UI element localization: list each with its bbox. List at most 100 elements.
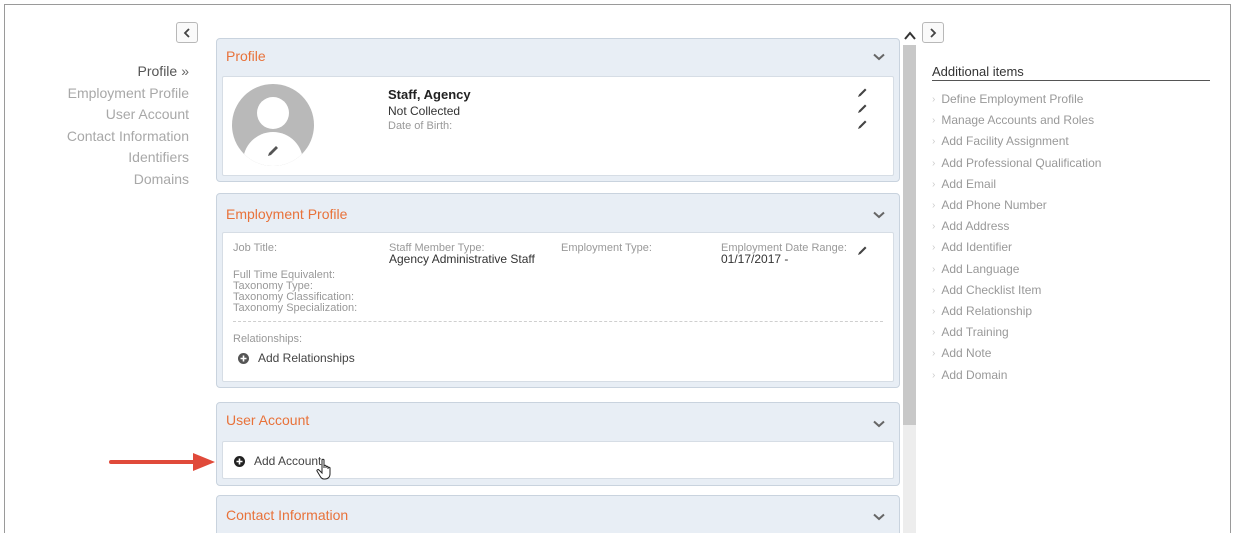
- chevron-right-icon: ›: [932, 136, 936, 148]
- pencil-icon: [268, 146, 278, 156]
- chevron-right-icon: ›: [932, 178, 936, 190]
- chevron-down-icon[interactable]: [873, 513, 885, 521]
- chevron-down-icon[interactable]: [873, 53, 885, 61]
- annotation-arrow: [109, 453, 215, 471]
- date-of-birth-label: Date of Birth:: [388, 120, 453, 132]
- chevron-right-icon: ›: [932, 221, 936, 233]
- item-label: Add Facility Assignment: [941, 134, 1069, 149]
- item-label: Add Note: [941, 346, 992, 361]
- additional-item-add-language[interactable]: › Add Language: [932, 259, 1101, 280]
- contact-information-panel: Contact Information: [216, 495, 900, 533]
- employment-date-range-value: 01/17/2017 -: [721, 252, 789, 266]
- relationships-label: Relationships:: [233, 333, 303, 345]
- chevron-left-icon: [183, 27, 190, 38]
- profile-panel-header[interactable]: Profile: [217, 39, 899, 75]
- additional-item-manage-accounts-and-roles[interactable]: › Manage Accounts and Roles: [932, 110, 1101, 131]
- additional-item-add-phone-number[interactable]: › Add Phone Number: [932, 195, 1101, 216]
- nav-item-user-account[interactable]: User Account: [5, 104, 189, 126]
- item-label: Manage Accounts and Roles: [941, 113, 1095, 128]
- scroll-up-arrow-icon[interactable]: [902, 28, 918, 44]
- additional-item-define-employment-profile[interactable]: › Define Employment Profile: [932, 89, 1101, 110]
- staff-member-type-value: Agency Administrative Staff: [389, 252, 535, 266]
- additional-item-add-training[interactable]: › Add Training: [932, 322, 1101, 343]
- contact-panel-header[interactable]: Contact Information: [217, 496, 899, 532]
- profile-panel: Profile Staff, Agency Not Collected Date…: [216, 38, 900, 182]
- item-label: Add Email: [941, 176, 997, 191]
- item-label: Add Relationship: [941, 304, 1033, 319]
- chevron-right-icon: ›: [932, 115, 936, 127]
- item-label: Add Checklist Item: [941, 282, 1042, 297]
- nav-item-profile[interactable]: Profile»: [5, 61, 189, 83]
- add-relationships-label: Add Relationships: [258, 351, 355, 365]
- employment-panel-body: Job Title: Staff Member Type: Agency Adm…: [222, 232, 894, 382]
- additional-items-title: Additional items: [932, 64, 1210, 81]
- taxonomy-specialization-label: Taxonomy Specialization:: [233, 302, 358, 314]
- pencil-icon[interactable]: [857, 245, 868, 256]
- add-account-label: Add Account: [254, 454, 322, 468]
- item-label: Add Training: [941, 325, 1009, 340]
- additional-item-add-relationship[interactable]: › Add Relationship: [932, 301, 1101, 322]
- profile-panel-body: Staff, Agency Not Collected Date of Birt…: [222, 76, 894, 176]
- panel-title: Profile: [226, 48, 266, 64]
- user-account-panel-header[interactable]: User Account: [217, 403, 899, 439]
- nav-item-contact-information[interactable]: Contact Information: [5, 126, 189, 148]
- staff-name: Staff, Agency: [388, 87, 471, 102]
- employment-type-label: Employment Type:: [561, 242, 652, 254]
- expand-right-panel-button[interactable]: [922, 22, 944, 43]
- chevron-right-icon: ›: [932, 263, 936, 275]
- chevron-right-icon: ›: [932, 327, 936, 339]
- panel-title: Contact Information: [226, 507, 349, 523]
- additional-item-add-identifier[interactable]: › Add Identifier: [932, 237, 1101, 258]
- add-relationships-link[interactable]: Add Relationships: [238, 351, 355, 365]
- pencil-icon[interactable]: [857, 103, 868, 114]
- additional-item-add-checklist-item[interactable]: › Add Checklist Item: [932, 280, 1101, 301]
- additional-item-add-email[interactable]: › Add Email: [932, 174, 1101, 195]
- additional-items-list: › Define Employment Profile › Manage Accou…: [932, 89, 1101, 386]
- chevron-right-icon: ›: [932, 94, 936, 105]
- additional-item-add-address[interactable]: › Add Address: [932, 216, 1101, 237]
- section-navigation: Profile» Employment Profile User Account…: [5, 61, 189, 190]
- item-label: Add Phone Number: [941, 198, 1047, 213]
- application-frame: Profile» Employment Profile User Account…: [4, 4, 1231, 533]
- item-label: Add Language: [941, 261, 1020, 276]
- avatar-head-shape: [257, 97, 289, 129]
- panel-title: Employment Profile: [226, 206, 348, 222]
- collected-status: Not Collected: [388, 104, 461, 118]
- chevron-right-icon: ›: [932, 157, 936, 169]
- chevron-right-icon: [930, 27, 937, 38]
- employment-profile-panel: Employment Profile Job Title: Staff Memb…: [216, 193, 900, 388]
- chevron-right-icon: ›: [932, 200, 936, 212]
- chevron-right-icon: ›: [932, 242, 936, 254]
- item-label: Add Domain: [941, 367, 1008, 382]
- additional-item-add-note[interactable]: › Add Note: [932, 343, 1101, 364]
- nav-item-domains[interactable]: Domains: [5, 169, 189, 191]
- chevron-right-icon: ›: [932, 306, 936, 318]
- collapse-left-panel-button[interactable]: [176, 22, 198, 43]
- item-label: Define Employment Profile: [941, 92, 1084, 106]
- avatar[interactable]: [232, 84, 314, 166]
- additional-item-add-domain[interactable]: › Add Domain: [932, 365, 1101, 386]
- pencil-icon[interactable]: [857, 119, 868, 130]
- nav-item-label: Profile: [137, 63, 178, 79]
- chevron-right-icon: ›: [932, 284, 936, 296]
- chevron-down-icon[interactable]: [873, 211, 885, 219]
- double-chevron-right-icon: »: [181, 63, 189, 79]
- plus-circle-icon: [234, 455, 245, 467]
- pencil-icon[interactable]: [857, 87, 868, 98]
- section-divider: [233, 321, 883, 322]
- employment-panel-header[interactable]: Employment Profile: [217, 194, 899, 230]
- additional-item-add-professional-qualification[interactable]: › Add Professional Qualification: [932, 153, 1101, 174]
- add-account-link[interactable]: Add Account: [234, 454, 321, 468]
- nav-item-identifiers[interactable]: Identifiers: [5, 147, 189, 169]
- item-label: Add Professional Qualification: [941, 155, 1102, 170]
- hand-cursor-icon: [316, 458, 331, 480]
- chevron-down-icon[interactable]: [873, 420, 885, 428]
- item-label: Add Identifier: [941, 240, 1013, 255]
- nav-item-employment-profile[interactable]: Employment Profile: [5, 83, 189, 105]
- item-label: Add Address: [941, 219, 1010, 234]
- job-title-label: Job Title:: [233, 242, 278, 254]
- panel-title: User Account: [226, 412, 310, 428]
- vertical-scrollbar-thumb[interactable]: [903, 45, 916, 425]
- plus-circle-icon: [238, 352, 249, 364]
- additional-item-add-facility-assignment[interactable]: › Add Facility Assignment: [932, 131, 1101, 152]
